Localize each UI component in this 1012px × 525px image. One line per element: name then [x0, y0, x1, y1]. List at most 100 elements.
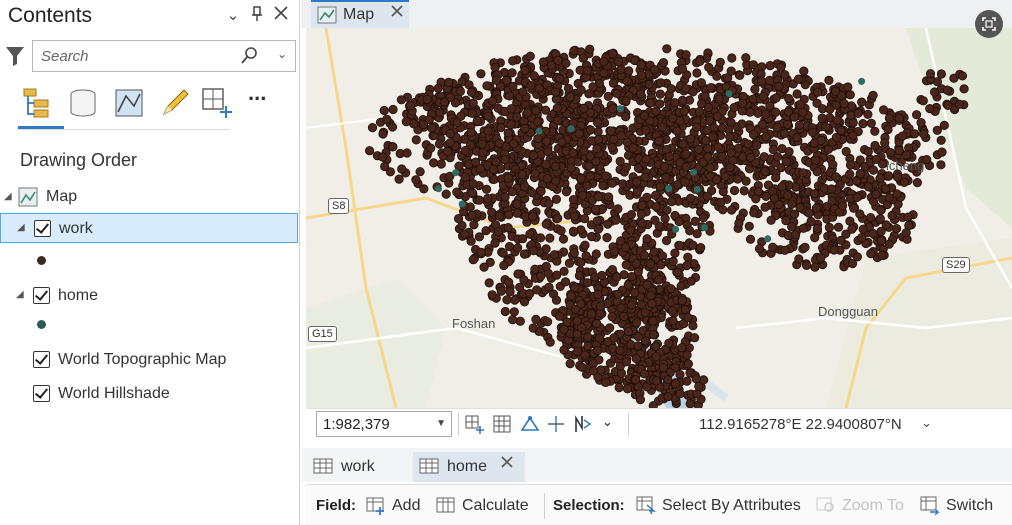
work-point — [656, 78, 666, 88]
layer-visibility-checkbox[interactable] — [33, 351, 50, 368]
work-point — [474, 232, 484, 242]
work-point — [488, 164, 499, 174]
work-point — [685, 226, 695, 236]
tree-item-topographic-layer[interactable]: World Topographic Map — [0, 344, 298, 374]
chevron-down-icon[interactable]: ⌄ — [602, 414, 622, 434]
expand-triangle-icon[interactable]: ◢ — [17, 222, 25, 233]
snapping-icon[interactable] — [520, 414, 540, 434]
work-point — [737, 119, 747, 129]
work-point — [857, 97, 867, 107]
work-point — [957, 71, 968, 81]
work-point — [667, 306, 677, 316]
work-point — [576, 299, 586, 309]
work-point — [468, 179, 478, 189]
layer-visibility-checkbox[interactable] — [33, 385, 50, 402]
list-by-drawing-order-icon[interactable] — [20, 86, 54, 120]
work-point — [529, 246, 539, 256]
coordinate-format-chevron-icon[interactable]: ⌄ — [921, 415, 932, 431]
work-point — [771, 173, 781, 183]
work-point — [364, 146, 375, 156]
expand-triangle-icon[interactable]: ◢ — [4, 191, 12, 202]
work-point — [631, 318, 642, 328]
zoom-to-button[interactable]: Zoom To — [816, 493, 910, 519]
more-icon[interactable]: ... — [248, 80, 282, 114]
select-by-attributes-button[interactable]: Select By Attributes — [636, 493, 806, 519]
list-by-selection-icon[interactable] — [200, 86, 234, 120]
close-icon[interactable] — [270, 6, 292, 24]
work-point — [614, 382, 624, 393]
work-point — [606, 126, 616, 136]
work-point — [794, 254, 804, 264]
work-point — [528, 323, 538, 333]
expand-icon[interactable] — [975, 10, 1003, 38]
search-icon[interactable] — [241, 46, 259, 66]
north-arrow-icon[interactable] — [572, 414, 592, 434]
calculate-field-button[interactable]: Calculate — [436, 493, 536, 519]
work-point — [531, 314, 541, 324]
work-point — [578, 190, 588, 200]
tree-item-hillshade-layer[interactable]: World Hillshade — [0, 378, 298, 408]
layer-visibility-checkbox[interactable] — [33, 287, 50, 304]
layer-visibility-checkbox[interactable] — [34, 220, 51, 237]
work-point — [760, 202, 770, 212]
expand-triangle-icon[interactable]: ◢ — [16, 289, 24, 300]
work-point — [726, 148, 736, 158]
work-point — [520, 123, 530, 134]
work-point — [531, 105, 541, 116]
tree-item-work-layer[interactable]: ◢ work — [0, 213, 298, 243]
list-by-snapping-icon[interactable] — [112, 86, 146, 120]
add-field-button[interactable]: Add — [366, 493, 426, 519]
fixed-zoom-icon[interactable] — [464, 414, 484, 434]
close-icon[interactable] — [501, 455, 513, 473]
work-point — [650, 215, 660, 225]
home-point-symbol[interactable] — [37, 320, 46, 329]
work-point — [831, 132, 842, 143]
work-point — [675, 369, 685, 380]
work-point — [663, 392, 673, 402]
tree-item-home-layer[interactable]: ◢ home — [0, 280, 298, 310]
tab-map[interactable]: Map — [311, 0, 409, 28]
search-options-chevron-icon[interactable]: ⌄ — [277, 47, 287, 61]
switch-selection-button[interactable]: Switch — [920, 493, 1006, 519]
tree-item-label: work — [59, 220, 93, 237]
tab-table-work[interactable]: work — [307, 452, 407, 482]
work-point — [551, 295, 562, 305]
table-tab-bar: work home — [301, 448, 1012, 482]
work-point — [774, 81, 784, 92]
work-point — [726, 205, 737, 215]
filter-icon[interactable] — [4, 44, 26, 68]
work-point — [910, 129, 920, 139]
search-input[interactable] — [39, 45, 229, 67]
work-point — [601, 377, 611, 387]
work-point — [552, 103, 562, 113]
work-point — [726, 66, 736, 76]
constraint-icon[interactable] — [546, 414, 566, 434]
chevron-down-icon[interactable]: ▼ — [436, 418, 446, 429]
search-box[interactable]: ⌄ — [32, 40, 296, 72]
list-by-data-source-icon[interactable] — [66, 86, 100, 120]
work-point — [734, 218, 744, 228]
work-point — [798, 168, 808, 178]
work-point — [677, 64, 688, 74]
work-point — [592, 144, 602, 154]
map-canvas[interactable]: Foshan Dongguan icheng S8 S29 G15 — [306, 28, 1012, 408]
work-point — [635, 394, 645, 405]
work-point — [487, 207, 497, 217]
work-point — [746, 152, 756, 163]
scale-dropdown[interactable]: 1:982,379 ▼ — [316, 411, 452, 437]
selection-label: Selection: — [553, 497, 625, 514]
chevron-down-icon[interactable]: ⌄ — [222, 6, 244, 24]
work-point-symbol[interactable] — [37, 256, 46, 265]
grid-icon[interactable] — [492, 414, 512, 434]
tab-table-home[interactable]: home — [413, 452, 525, 482]
work-point — [500, 306, 510, 317]
work-point — [768, 242, 778, 252]
work-point — [429, 158, 439, 168]
work-point — [490, 238, 500, 248]
list-by-editing-icon[interactable] — [158, 86, 192, 120]
pin-icon[interactable] — [246, 6, 268, 26]
work-point — [636, 89, 646, 99]
tree-item-map[interactable]: ◢ Map — [0, 182, 298, 212]
close-icon[interactable] — [391, 4, 403, 22]
work-point — [678, 139, 688, 149]
